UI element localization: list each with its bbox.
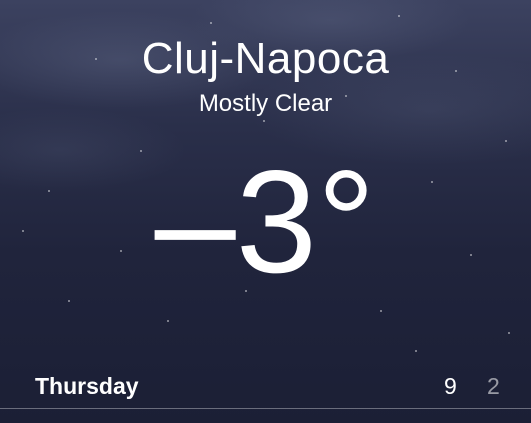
weather-condition: Mostly Clear	[198, 90, 333, 117]
forecast-day-name: Thursday	[35, 373, 139, 399]
forecast-high-temp: 9	[444, 373, 457, 399]
temperature-value: –3°	[155, 140, 376, 288]
divider	[0, 408, 531, 409]
forecast-day-row: Thursday 9 2	[0, 365, 531, 409]
weather-screen: Cluj-Napoca Mostly Clear –3° Thursday 9 …	[0, 0, 531, 423]
forecast-low-temp: 2	[487, 373, 500, 399]
city-name: Cluj-Napoca	[141, 34, 390, 83]
current-temperature: –3°	[0, 138, 531, 288]
